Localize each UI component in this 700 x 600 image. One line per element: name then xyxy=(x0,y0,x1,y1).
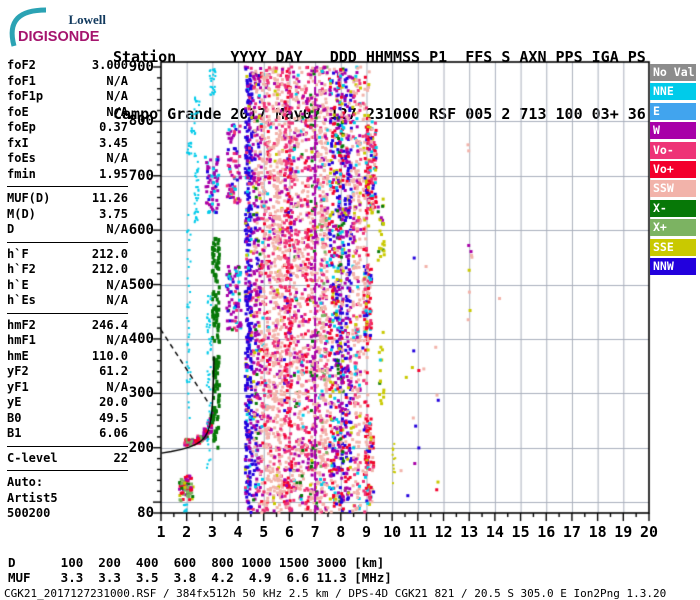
y-axis-label: 700 xyxy=(128,167,154,184)
ionogram-viewer: { "logo": { "top": "Lowell", "bottom": "… xyxy=(0,0,700,600)
legend-item: NNE xyxy=(650,83,696,101)
y-axis-label: 500 xyxy=(128,276,154,293)
legend-item: Vo- xyxy=(650,141,696,159)
echo-direction-legend: No Val NNE E W Vo- Vo+ SSW X- X+ SSE NNW xyxy=(650,64,696,277)
legend-item: SSE xyxy=(650,238,696,256)
legend-item: W xyxy=(650,122,696,140)
legend-item-label: Vo- xyxy=(653,142,674,157)
legend-item-label: X+ xyxy=(653,220,667,235)
distance-row: D 100 200 400 600 800 1000 1500 3000 [km… xyxy=(8,555,385,570)
status-line: CGK21_2017127231000.RSF / 384fx512h 50 k… xyxy=(4,587,667,600)
legend-item-label: NNW xyxy=(653,258,674,273)
y-axis-label: 200 xyxy=(128,439,154,456)
legend-item: E xyxy=(650,102,696,120)
legend-item-label: SSE xyxy=(653,239,674,254)
legend-item-label: No Val xyxy=(653,65,695,79)
legend-item: Vo+ xyxy=(650,160,696,178)
muf-row: MUF 3.3 3.3 3.5 3.8 4.2 4.9 6.6 11.3 [MH… xyxy=(8,570,392,585)
legend-item: X- xyxy=(650,199,696,217)
legend-item: No Val xyxy=(650,64,696,81)
legend-item-label: Vo+ xyxy=(653,161,674,176)
legend-item: X+ xyxy=(650,219,696,237)
y-axis-label: 400 xyxy=(128,330,154,347)
legend-item: NNW xyxy=(650,257,696,275)
y-axis-label: 900 xyxy=(128,59,154,75)
y-axis-label: 800 xyxy=(128,113,154,130)
y-axis-label: 600 xyxy=(128,222,154,239)
legend-item-label: SSW xyxy=(653,181,674,196)
x-axis-label: 20 xyxy=(639,523,659,541)
legend-item-label: W xyxy=(653,123,660,138)
legend-item-label: NNE xyxy=(653,84,674,99)
legend-item: SSW xyxy=(650,180,696,198)
y-axis-label: 80 xyxy=(137,505,154,521)
legend-item-label: X- xyxy=(653,200,667,215)
legend-item-label: E xyxy=(653,103,660,118)
ionogram-plot-canvas xyxy=(0,0,700,600)
y-axis-label: 300 xyxy=(128,385,154,402)
